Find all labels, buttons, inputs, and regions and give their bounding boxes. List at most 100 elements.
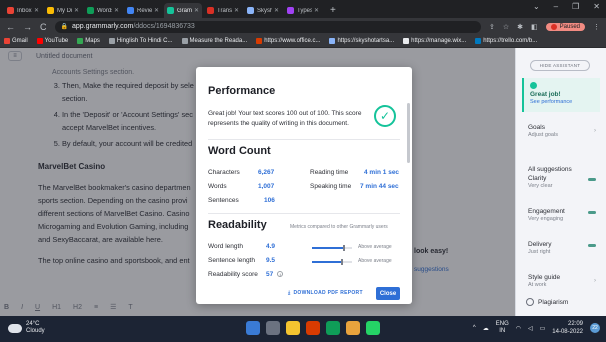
tab-favicon-icon (7, 7, 14, 14)
new-tab-button[interactable]: + (324, 5, 336, 18)
tray-chevron-icon[interactable]: ^ (473, 325, 476, 331)
all-suggestions-card[interactable]: All suggestions (522, 166, 600, 173)
hide-assistant-button[interactable]: HIDE ASSISTANT (530, 60, 590, 71)
tab-close-icon[interactable]: ✕ (34, 7, 39, 14)
minimize-button[interactable]: – (554, 2, 558, 11)
style-guide-card[interactable]: Style guide At work › (522, 274, 600, 288)
tab-close-icon[interactable]: ✕ (274, 7, 279, 14)
readability-score-value: 57 i (266, 271, 284, 278)
bookmark-item[interactable]: https://skyshotartsa... (329, 38, 394, 44)
score-check-icon: ✓ (374, 105, 396, 127)
metrics-note: Metrics compared to other Grammarly user… (290, 224, 388, 230)
bookmark-label: YouTube (44, 38, 69, 44)
bookmark-item[interactable]: YouTube (36, 38, 69, 44)
bookmark-star-icon[interactable]: ☆ (503, 23, 509, 31)
dialog-scrollbar[interactable] (407, 103, 410, 163)
tab-favicon-icon (167, 7, 174, 14)
bookmark-label: https://trello.com/b... (483, 38, 538, 44)
browser-tab[interactable]: Grammarly✕ (164, 3, 202, 18)
chevron-right-icon: › (594, 128, 596, 134)
bookmark-favicon-icon (256, 38, 263, 44)
browser-tab[interactable]: Review on✕ (124, 3, 162, 18)
weather-widget[interactable]: 24°C Cloudy (8, 321, 45, 335)
taskbar-app-icon[interactable] (366, 321, 380, 335)
all-suggestions-title: All suggestions (528, 166, 572, 173)
language-indicator[interactable]: ENG IN (496, 321, 509, 335)
maximize-button[interactable]: ❐ (572, 2, 579, 11)
taskbar-app-icon[interactable] (306, 321, 320, 335)
reload-icon[interactable]: C (40, 22, 47, 32)
engagement-card[interactable]: Engagement Very engaging (522, 208, 600, 222)
profile-button[interactable]: Paused (545, 22, 585, 31)
lock-icon: 🔒 (60, 24, 68, 30)
info-icon[interactable]: i (277, 271, 284, 278)
tab-label: My Drive - (57, 7, 72, 14)
word-length-meter-marker (343, 245, 345, 251)
tab-search-icon[interactable]: ⌄ (533, 2, 540, 11)
browser-tab[interactable]: My Drive -✕ (44, 3, 82, 18)
clarity-card[interactable]: Clarity Very clear (522, 175, 600, 189)
browser-tab[interactable]: Inbox (363)✕ (4, 3, 42, 18)
sidepanel-icon[interactable]: ◧ (531, 23, 538, 31)
tab-close-icon[interactable]: ✕ (194, 7, 199, 14)
extensions-icon[interactable]: ✱ (517, 23, 523, 31)
taskbar-app-icon[interactable] (326, 321, 340, 335)
menu-kebab-icon[interactable]: ⋮ (593, 23, 600, 31)
tab-label: Skyshot M (257, 7, 272, 14)
browser-tab[interactable]: Skyshot M✕ (244, 3, 282, 18)
wifi-icon[interactable]: ◠ (516, 325, 521, 332)
taskbar-app-icon[interactable] (246, 321, 260, 335)
bookmark-item[interactable]: https://www.office.c... (256, 38, 320, 44)
sentence-length-value: 9.5 (266, 257, 276, 264)
back-icon[interactable]: ← (6, 22, 15, 32)
delivery-card[interactable]: Delivery Just right (522, 241, 600, 255)
bookmark-item[interactable]: Gmail (4, 38, 28, 44)
bookmark-favicon-icon (181, 38, 188, 44)
tab-close-icon[interactable]: ✕ (74, 7, 79, 14)
browser-tab[interactable]: Transition V✕ (204, 3, 242, 18)
taskbar-app-icon[interactable] (286, 321, 300, 335)
bookmark-item[interactable]: Measure the Reada... (181, 38, 247, 44)
speaking-time-label: Speaking time (310, 183, 352, 190)
share-icon[interactable]: ⇪ (489, 23, 495, 31)
bookmark-favicon-icon (4, 38, 10, 44)
plagiarism-button[interactable]: Plagiarism (526, 298, 568, 306)
close-button[interactable]: Close (376, 287, 400, 300)
browser-tab[interactable]: Types of ca✕ (284, 3, 322, 18)
forward-icon[interactable]: → (23, 22, 32, 32)
goals-sub: Adjust goals (528, 132, 558, 138)
taskbar-app-icon[interactable] (266, 321, 280, 335)
tab-close-icon[interactable]: ✕ (154, 7, 159, 14)
tab-close-icon[interactable]: ✕ (114, 7, 119, 14)
clock[interactable]: 22:09 14-08-2022 (552, 320, 583, 336)
taskbar-app-icon[interactable] (346, 321, 360, 335)
tab-label: Types of ca (297, 7, 312, 14)
tab-label: Inbox (363) (17, 7, 32, 14)
url-input[interactable]: 🔒 app.grammarly.com /ddocs/1694836733 (54, 20, 481, 33)
browser-tab[interactable]: WordsWin✕ (84, 3, 122, 18)
performance-summary: Great job! Your text scores 100 out of 1… (208, 110, 362, 127)
sentences-label: Sentences (208, 197, 239, 204)
goals-title: Goals (528, 124, 545, 131)
great-job-card[interactable]: Great job! See performance (522, 78, 600, 112)
delivery-meter (588, 244, 596, 247)
taskbar-apps (246, 321, 380, 335)
bookmark-item[interactable]: https://trello.com/b... (475, 38, 537, 44)
volume-icon[interactable]: ◁ (528, 325, 533, 332)
bookmark-item[interactable]: Hinglish To Hindi C... (108, 38, 173, 44)
download-pdf-button[interactable]: ⤓ DOWNLOAD PDF REPORT (288, 290, 363, 296)
bookmark-label: Hinglish To Hindi C... (116, 38, 173, 44)
tab-close-icon[interactable]: ✕ (314, 7, 319, 14)
see-performance-link[interactable]: See performance (530, 99, 594, 105)
tab-label: Transition V (217, 7, 232, 14)
bookmark-item[interactable]: Maps (77, 38, 100, 44)
bookmark-favicon-icon (329, 38, 336, 44)
close-window-button[interactable]: ✕ (593, 2, 600, 11)
bookmark-item[interactable]: https://manage.wix... (403, 38, 466, 44)
characters-label: Characters (208, 169, 240, 176)
battery-icon[interactable]: ▭ (540, 325, 546, 332)
goals-card[interactable]: Goals Adjust goals › (522, 124, 600, 138)
cloud-sync-icon[interactable]: ☁ (483, 325, 489, 332)
notification-badge[interactable]: 22 (590, 323, 600, 333)
tab-close-icon[interactable]: ✕ (234, 7, 239, 14)
